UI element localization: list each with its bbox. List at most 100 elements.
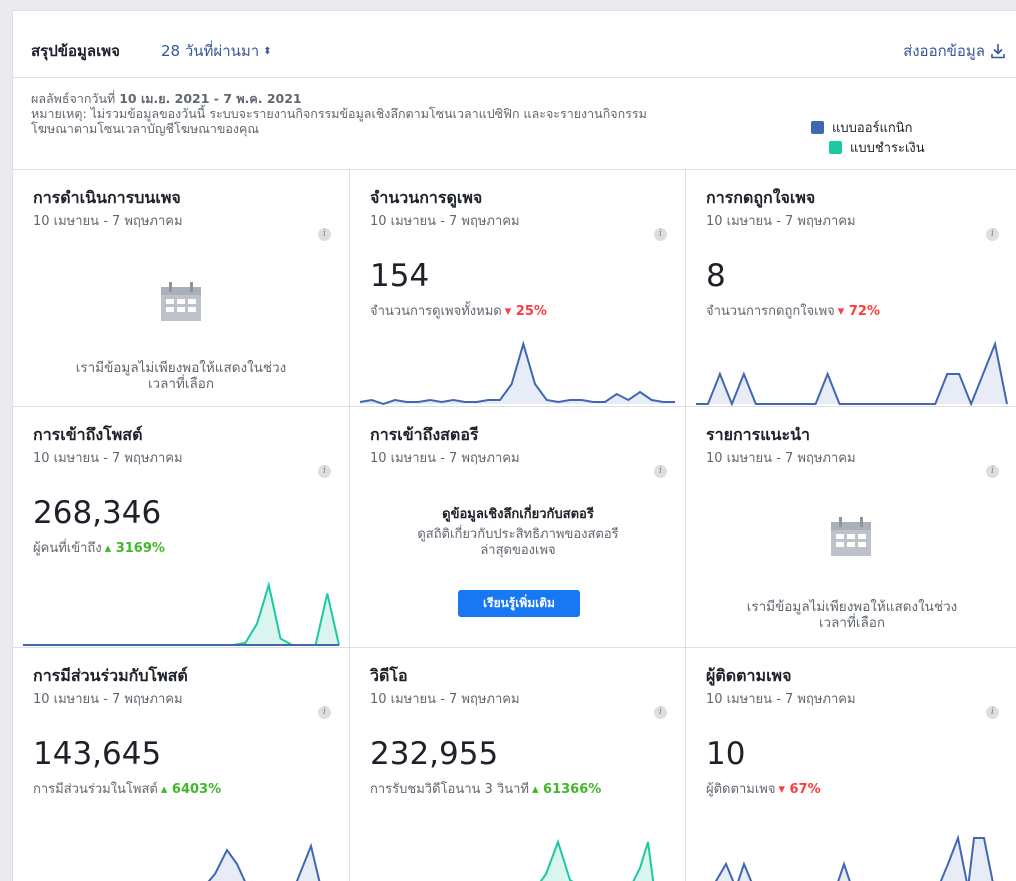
metric-label: ผู้ติดตามเพจ <box>706 782 776 797</box>
paid-series-area <box>23 585 339 645</box>
paid-series-line <box>23 581 340 646</box>
metric-value: 143,645 <box>33 736 162 772</box>
summary-header: สรุปข้อมูลเพจ 28 วันที่ผ่านมา ⬍ ส่งออกข้อ… <box>13 11 1016 78</box>
info-icon[interactable]: i <box>318 465 331 478</box>
empty-message-line-2: เวลาที่เลือก <box>818 615 886 631</box>
delta-value: 72% <box>848 304 880 319</box>
results-range-value: 10 เม.ย. 2021 - 7 พ.ค. 2021 <box>119 91 302 106</box>
card-date-range: 10 เมษายน - 7 พฤษภาคม <box>706 692 856 707</box>
metric-subtitle: จำนวนการกดถูกใจเพจ ▾ 72% <box>706 300 880 321</box>
metric-subtitle: ผู้ติดตามเพจ ▾ 67% <box>706 778 821 799</box>
story-promo-line-2: ล่าสุดของเพจ <box>480 543 556 558</box>
metric-subtitle: ผู้คนที่เข้าถึง ▴ 3169% <box>33 537 165 558</box>
card-date-range: 10 เมษายน - 7 พฤษภาคม <box>33 451 183 466</box>
card-title: จำนวนการดูเพจ <box>370 188 483 207</box>
date-range-label: 28 วันที่ผ่านมา <box>161 42 260 60</box>
metric-value: 10 <box>706 736 746 772</box>
organic-series-area <box>696 344 1007 404</box>
card-date-range: 10 เมษายน - 7 พฤษภาคม <box>370 451 520 466</box>
card-videos[interactable]: วิดีโอ 10 เมษายน - 7 พฤษภาคม i 232,955 ก… <box>350 648 686 881</box>
results-note-line-1: หมายเหตุ: ไม่รวมข้อมูลของวันนี้ ระบบจะรา… <box>31 106 647 121</box>
card-page-actions[interactable]: การดำเนินการบนเพจ 10 เมษายน - 7 พฤษภาคม … <box>13 170 350 407</box>
card-date-range: 10 เมษายน - 7 พฤษภาคม <box>370 692 520 707</box>
metric-value: 154 <box>370 258 430 294</box>
empty-message-line-1: เรามีข้อมูลไม่เพียงพอให้แสดงในช่วง <box>75 360 287 376</box>
story-promo-heading: ดูข้อมูลเชิงลึกเกี่ยวกับสตอรี <box>442 507 594 522</box>
card-recommendations[interactable]: รายการแนะนำ 10 เมษายน - 7 พฤษภาคม i เราม… <box>686 407 1016 648</box>
info-icon[interactable]: i <box>986 228 999 241</box>
legend-paid-label: แบบชำระเงิน <box>850 140 925 156</box>
delta-value: 61366% <box>543 782 602 797</box>
card-post-engagement[interactable]: การมีส่วนร่วมกับโพสต์ 10 เมษายน - 7 พฤษภ… <box>13 648 350 881</box>
learn-more-button[interactable]: เรียนรู้เพิ่มเติม <box>458 590 580 617</box>
info-icon[interactable]: i <box>986 706 999 719</box>
info-icon[interactable]: i <box>654 706 667 719</box>
page-likes-sparkline <box>696 340 1008 406</box>
story-promo-text: ดูสถิติเกี่ยวกับประสิทธิภาพของสตอรี ล่าสุ… <box>390 527 646 559</box>
legend-organic-swatch <box>811 120 824 134</box>
delta-value: 25% <box>515 304 547 319</box>
delta-value: 67% <box>789 782 821 797</box>
card-page-views[interactable]: จำนวนการดูเพจ 10 เมษายน - 7 พฤษภาคม i 15… <box>350 170 686 407</box>
legend-paid-swatch <box>829 140 842 154</box>
metric-subtitle: การมีส่วนร่วมในโพสต์ ▴ 6403% <box>33 778 221 799</box>
legend-organic: แบบออร์แกนิก <box>811 117 925 137</box>
page-views-sparkline <box>359 340 675 406</box>
delta-value: 6403% <box>171 782 222 797</box>
trend-down-delta: ▾ 67% <box>778 782 821 797</box>
trend-up-delta: ▴ 6403% <box>160 782 222 797</box>
page-summary-panel: สรุปข้อมูลเพจ 28 วันที่ผ่านมา ⬍ ส่งออกข้อ… <box>12 10 1016 881</box>
metric-label: การรับชมวิดีโอนาน 3 วินาที <box>370 782 529 797</box>
legend-organic-label: แบบออร์แกนิก <box>832 120 913 136</box>
post-reach-sparkline <box>23 581 340 646</box>
card-title: วิดีโอ <box>370 666 408 685</box>
download-icon <box>991 44 1005 59</box>
trend-down-delta: ▾ 72% <box>837 304 880 319</box>
trend-up-delta: ▴ 3169% <box>104 541 165 556</box>
empty-message-line-1: เรามีข้อมูลไม่เพียงพอให้แสดงในช่วง <box>746 599 958 615</box>
card-page-likes[interactable]: การกดถูกใจเพจ 10 เมษายน - 7 พฤษภาคม i 8 … <box>686 170 1016 407</box>
info-icon[interactable]: i <box>318 228 331 241</box>
results-note-line-2: โฆษณาตามโซนเวลาบัญชีโฆษณาของคุณ <box>31 121 259 136</box>
info-icon[interactable]: i <box>654 465 667 478</box>
chart-legend: แบบออร์แกนิก แบบชำระเงิน <box>811 117 925 157</box>
legend-paid: แบบชำระเงิน <box>811 137 925 157</box>
card-date-range: 10 เมษายน - 7 พฤษภาคม <box>370 214 520 229</box>
metric-label: ผู้คนที่เข้าถึง <box>33 541 102 556</box>
card-story-reach[interactable]: การเข้าถึงสตอรี 10 เมษายน - 7 พฤษภาคม i … <box>350 407 686 648</box>
delta-value: 3169% <box>115 541 165 556</box>
organic-series-area <box>360 344 675 404</box>
metric-subtitle: จำนวนการดูเพจทั้งหมด ▾ 25% <box>370 300 547 321</box>
card-date-range: 10 เมษายน - 7 พฤษภาคม <box>33 692 183 707</box>
results-info: ผลลัพธ์จากวันที่ 10 เม.ย. 2021 - 7 พ.ค. … <box>31 91 811 136</box>
card-title: การเข้าถึงโพสต์ <box>33 425 143 444</box>
info-icon[interactable]: i <box>986 465 999 478</box>
results-range: ผลลัพธ์จากวันที่ 10 เม.ย. 2021 - 7 พ.ค. … <box>31 91 811 106</box>
info-icon[interactable]: i <box>654 228 667 241</box>
export-data-link[interactable]: ส่งออกข้อมูล <box>903 39 1005 63</box>
videos-sparkline <box>539 838 655 881</box>
info-icon[interactable]: i <box>318 706 331 719</box>
card-page-followers[interactable]: ผู้ติดตามเพจ 10 เมษายน - 7 พฤษภาคม i 10 … <box>686 648 1016 881</box>
card-post-reach[interactable]: การเข้าถึงโพสต์ 10 เมษายน - 7 พฤษภาคม i … <box>13 407 350 648</box>
empty-state-message: เรามีข้อมูลไม่เพียงพอให้แสดงในช่วง เวลาที… <box>41 360 321 392</box>
empty-state-message: เรามีข้อมูลไม่เพียงพอให้แสดงในช่วง เวลาที… <box>712 599 992 631</box>
metric-label: การมีส่วนร่วมในโพสต์ <box>33 782 158 797</box>
card-title: การเข้าถึงสตอรี <box>370 425 479 444</box>
metric-value: 268,346 <box>33 495 162 531</box>
export-label: ส่งออกข้อมูล <box>903 42 985 60</box>
card-date-range: 10 เมษายน - 7 พฤษภาคม <box>706 214 856 229</box>
metric-subtitle: การรับชมวิดีโอนาน 3 วินาที ▴ 61366% <box>370 778 601 799</box>
metric-label: จำนวนการกดถูกใจเพจ <box>706 304 835 319</box>
insights-grid: การดำเนินการบนเพจ 10 เมษายน - 7 พฤษภาคม … <box>13 169 1016 881</box>
card-date-range: 10 เมษายน - 7 พฤษภาคม <box>33 214 183 229</box>
metric-label: จำนวนการดูเพจทั้งหมด <box>370 304 502 319</box>
trend-up-delta: ▴ 61366% <box>531 782 602 797</box>
date-range-dropdown[interactable]: 28 วันที่ผ่านมา ⬍ <box>161 39 272 63</box>
card-date-range: 10 เมษายน - 7 พฤษภาคม <box>706 451 856 466</box>
sort-arrows-icon: ⬍ <box>263 46 272 57</box>
story-promo-line-1: ดูสถิติเกี่ยวกับประสิทธิภาพของสตอรี <box>417 527 619 542</box>
card-title: การดำเนินการบนเพจ <box>33 188 181 207</box>
metric-value: 232,955 <box>370 736 499 772</box>
metric-value: 8 <box>706 258 726 294</box>
